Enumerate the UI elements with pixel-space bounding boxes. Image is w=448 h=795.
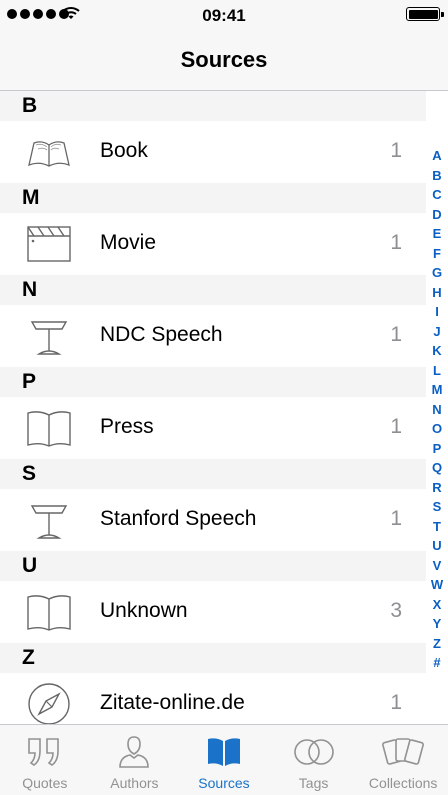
source-count: 3: [390, 599, 402, 622]
source-label: NDC Speech: [100, 323, 223, 346]
source-count: 1: [390, 507, 402, 530]
section-header-u: U: [0, 551, 426, 581]
index-letter[interactable]: #: [433, 653, 440, 673]
section-header-z: Z: [0, 643, 426, 673]
index-letter[interactable]: X: [433, 595, 442, 615]
source-label: Book: [100, 139, 148, 162]
status-time: 09:41: [202, 6, 246, 25]
section-letter: M: [22, 186, 40, 209]
source-count: 1: [390, 323, 402, 346]
index-letter[interactable]: K: [432, 341, 441, 361]
open-book-outline-icon: [27, 595, 71, 631]
tab-bar: Quotes Authors Sources Tags Collections: [0, 724, 448, 795]
source-label: Movie: [100, 231, 157, 254]
tags-circles-icon: [293, 739, 334, 765]
open-book-icon: [28, 141, 70, 167]
index-letter[interactable]: F: [433, 244, 441, 264]
index-letter[interactable]: B: [432, 166, 441, 186]
source-row-ndc-speech[interactable]: NDC Speech 1: [0, 305, 426, 367]
index-letter[interactable]: P: [433, 439, 442, 459]
index-letter[interactable]: J: [433, 322, 440, 342]
source-label: Unknown: [100, 599, 188, 622]
section-header-b: B: [0, 91, 426, 121]
section-letter: S: [22, 462, 37, 485]
section-header-n: N: [0, 275, 426, 305]
index-letter[interactable]: I: [435, 302, 439, 322]
navigation-bar: Sources: [0, 30, 448, 91]
source-label: Press: [100, 415, 154, 438]
lectern-icon: [30, 505, 68, 539]
index-letter[interactable]: W: [431, 575, 443, 595]
section-header-p: P: [0, 367, 426, 397]
index-letter[interactable]: Y: [433, 614, 442, 634]
source-count: 1: [390, 415, 402, 438]
index-letter[interactable]: E: [433, 224, 442, 244]
section-index[interactable]: A B C D E F G H I J K L M N O P Q R S T …: [427, 146, 447, 673]
cards-icon: [382, 738, 425, 765]
index-letter[interactable]: Q: [432, 458, 442, 478]
lectern-icon: [30, 321, 68, 355]
index-letter[interactable]: M: [432, 380, 443, 400]
index-letter[interactable]: N: [432, 400, 441, 420]
index-letter[interactable]: C: [432, 185, 441, 205]
tab-label: Tags: [298, 775, 329, 791]
index-letter[interactable]: G: [432, 263, 442, 283]
index-letter[interactable]: S: [433, 497, 442, 517]
source-count: 1: [390, 691, 402, 714]
section-letter: Z: [22, 646, 35, 669]
source-row-stanford-speech[interactable]: Stanford Speech 1: [0, 489, 426, 551]
source-count: 1: [390, 231, 402, 254]
section-header-s: S: [0, 459, 426, 489]
tab-label: Quotes: [22, 775, 68, 791]
index-letter[interactable]: L: [433, 361, 441, 381]
source-row-unknown[interactable]: Unknown 3: [0, 581, 426, 643]
battery-icon: [406, 7, 444, 21]
index-letter[interactable]: R: [432, 478, 441, 498]
section-letter: U: [22, 554, 38, 577]
page-title: Sources: [180, 47, 268, 72]
tab-label: Sources: [198, 775, 250, 791]
section-letter: N: [22, 278, 38, 301]
section-letter: B: [22, 94, 38, 117]
tab-label: Authors: [110, 775, 159, 791]
index-letter[interactable]: H: [432, 283, 441, 303]
book-icon: [207, 738, 240, 766]
clapperboard-icon: [27, 226, 71, 262]
index-letter[interactable]: D: [432, 205, 441, 225]
index-letter[interactable]: U: [432, 536, 441, 556]
tab-authors[interactable]: Authors: [90, 725, 180, 795]
index-letter[interactable]: A: [432, 146, 441, 166]
quote-marks-icon: [27, 738, 59, 766]
tab-quotes[interactable]: Quotes: [0, 725, 90, 795]
section-letter: P: [22, 370, 37, 393]
source-row-movie[interactable]: Movie 1: [0, 213, 426, 275]
source-row-book[interactable]: Book 1: [0, 121, 426, 183]
person-icon: [119, 736, 150, 768]
source-label: Stanford Speech: [100, 507, 257, 530]
index-letter[interactable]: V: [433, 556, 442, 576]
tab-label: Collections: [368, 775, 438, 791]
tab-sources[interactable]: Sources: [179, 725, 269, 795]
source-label: Zitate-online.de: [100, 691, 245, 714]
compass-icon: [28, 683, 70, 725]
index-letter[interactable]: O: [432, 419, 442, 439]
source-row-press[interactable]: Press 1: [0, 397, 426, 459]
index-letter[interactable]: Z: [433, 634, 441, 654]
tab-collections[interactable]: Collections: [358, 725, 448, 795]
open-book-outline-icon: [27, 411, 71, 447]
tab-tags[interactable]: Tags: [269, 725, 359, 795]
sources-list[interactable]: B Book 1 M Movie 1 N NDC Speech 1 P Pres…: [0, 91, 426, 735]
status-bar: 09:41: [0, 0, 448, 30]
section-header-m: M: [0, 183, 426, 213]
source-count: 1: [390, 139, 402, 162]
index-letter[interactable]: T: [433, 517, 441, 537]
